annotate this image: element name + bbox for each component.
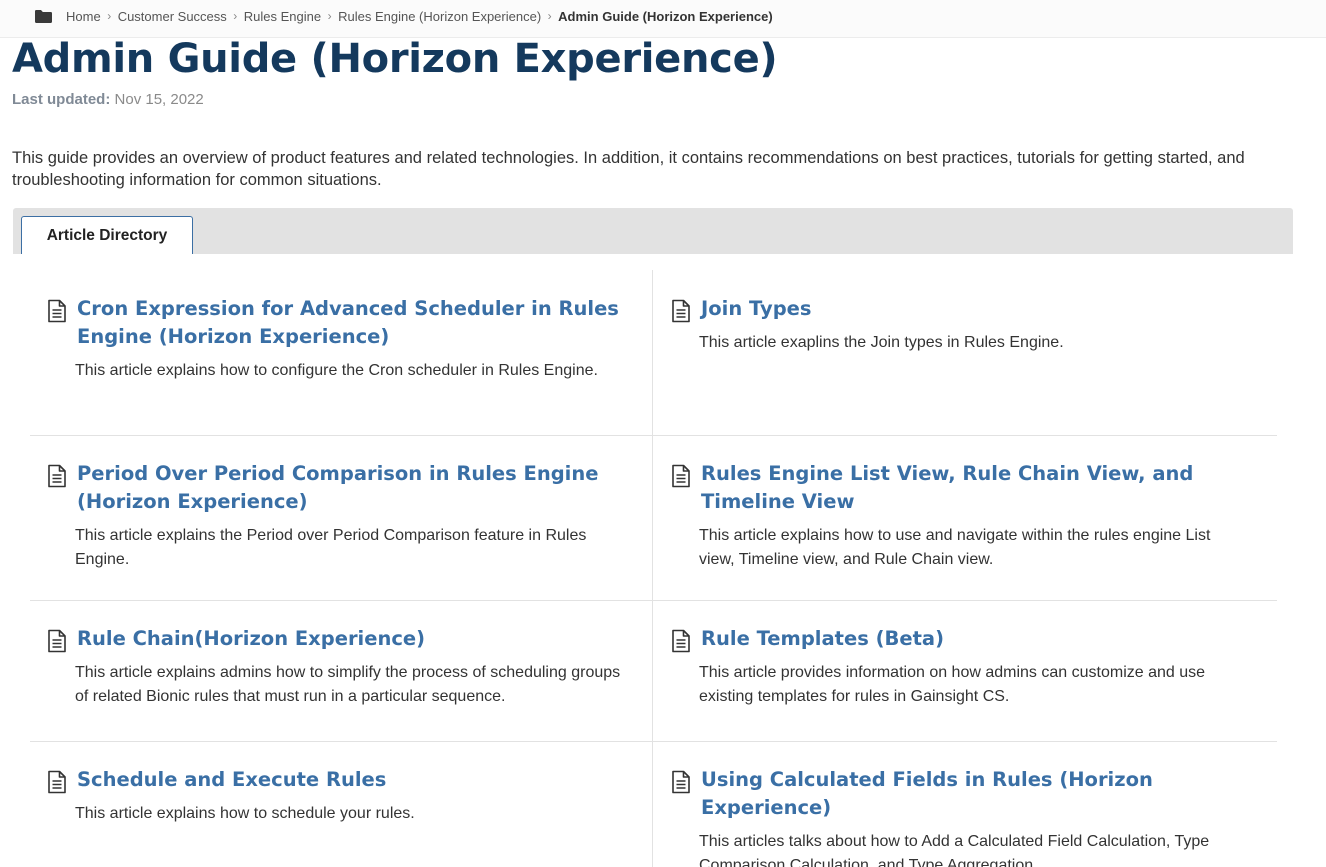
document-icon — [672, 770, 690, 794]
breadcrumb-current-page: Admin Guide (Horizon Experience) — [558, 8, 773, 24]
document-icon — [48, 464, 66, 488]
article-card-period-over-period: Period Over Period Comparison in Rules E… — [46, 460, 621, 572]
chevron-right-icon: › — [107, 9, 112, 23]
article-link[interactable]: Period Over Period Comparison in Rules E… — [77, 460, 621, 516]
article-link[interactable]: Using Calculated Fields in Rules (Horizo… — [701, 766, 1270, 822]
article-card-list-view: Rules Engine List View, Rule Chain View,… — [670, 460, 1245, 572]
article-link[interactable]: Cron Expression for Advanced Scheduler i… — [77, 295, 621, 351]
last-updated: Last updated: Nov 15, 2022 — [12, 91, 204, 108]
document-icon — [672, 299, 690, 323]
article-link[interactable]: Rule Templates (Beta) — [701, 625, 944, 653]
tab-article-directory[interactable]: Article Directory — [21, 216, 193, 254]
article-card-cron-expression: Cron Expression for Advanced Scheduler i… — [46, 295, 621, 383]
chevron-right-icon: › — [327, 9, 332, 23]
breadcrumb-rules-engine-horizon[interactable]: Rules Engine (Horizon Experience) — [338, 9, 541, 24]
breadcrumb-home[interactable]: Home — [66, 9, 101, 24]
article-description: This article exaplins the Join types in … — [699, 334, 1064, 351]
page-title: Admin Guide (Horizon Experience) — [12, 36, 778, 82]
breadcrumb-customer-success[interactable]: Customer Success — [118, 9, 227, 24]
chevron-right-icon: › — [233, 9, 238, 23]
article-description: This articles talks about how to Add a C… — [699, 833, 1210, 867]
breadcrumb-bar: Home › Customer Success › Rules Engine ›… — [0, 0, 1326, 38]
article-card-rule-templates: Rule Templates (Beta) This article provi… — [670, 625, 1245, 709]
last-updated-date: Nov 15, 2022 — [114, 91, 204, 108]
article-description: This article explains the Period over Pe… — [75, 527, 587, 568]
document-icon — [672, 464, 690, 488]
last-updated-label: Last updated: — [12, 91, 111, 108]
document-icon — [48, 770, 66, 794]
article-description: This article explains admins how to simp… — [75, 664, 621, 705]
directory-column-divider — [652, 270, 653, 867]
article-card-rule-chain: Rule Chain(Horizon Experience) This arti… — [46, 625, 621, 709]
article-link[interactable]: Rule Chain(Horizon Experience) — [77, 625, 425, 653]
document-icon — [48, 299, 66, 323]
article-description: This article explains how to schedule yo… — [75, 805, 415, 822]
breadcrumb: Home › Customer Success › Rules Engine ›… — [34, 8, 773, 24]
document-icon — [672, 629, 690, 653]
directory-row-divider — [30, 741, 1277, 742]
article-description: This article provides information on how… — [699, 664, 1206, 705]
article-link[interactable]: Join Types — [701, 295, 812, 323]
article-card-join-types: Join Types This article exaplins the Joi… — [670, 295, 1245, 355]
directory-row-divider — [30, 435, 1277, 436]
folder-icon[interactable] — [34, 8, 53, 24]
article-link[interactable]: Schedule and Execute Rules — [77, 766, 386, 794]
article-card-calculated-fields: Using Calculated Fields in Rules (Horizo… — [670, 766, 1270, 867]
tab-strip: Article Directory — [13, 208, 1293, 254]
page-intro: This guide provides an overview of produ… — [12, 149, 1245, 189]
article-link[interactable]: Rules Engine List View, Rule Chain View,… — [701, 460, 1245, 516]
directory-row-divider — [30, 600, 1277, 601]
chevron-right-icon: › — [547, 9, 552, 23]
article-description: This article explains how to use and nav… — [699, 527, 1211, 568]
breadcrumb-rules-engine[interactable]: Rules Engine — [244, 9, 321, 24]
document-icon — [48, 629, 66, 653]
article-description: This article explains how to configure t… — [75, 362, 598, 379]
article-card-schedule-execute: Schedule and Execute Rules This article … — [46, 766, 621, 826]
